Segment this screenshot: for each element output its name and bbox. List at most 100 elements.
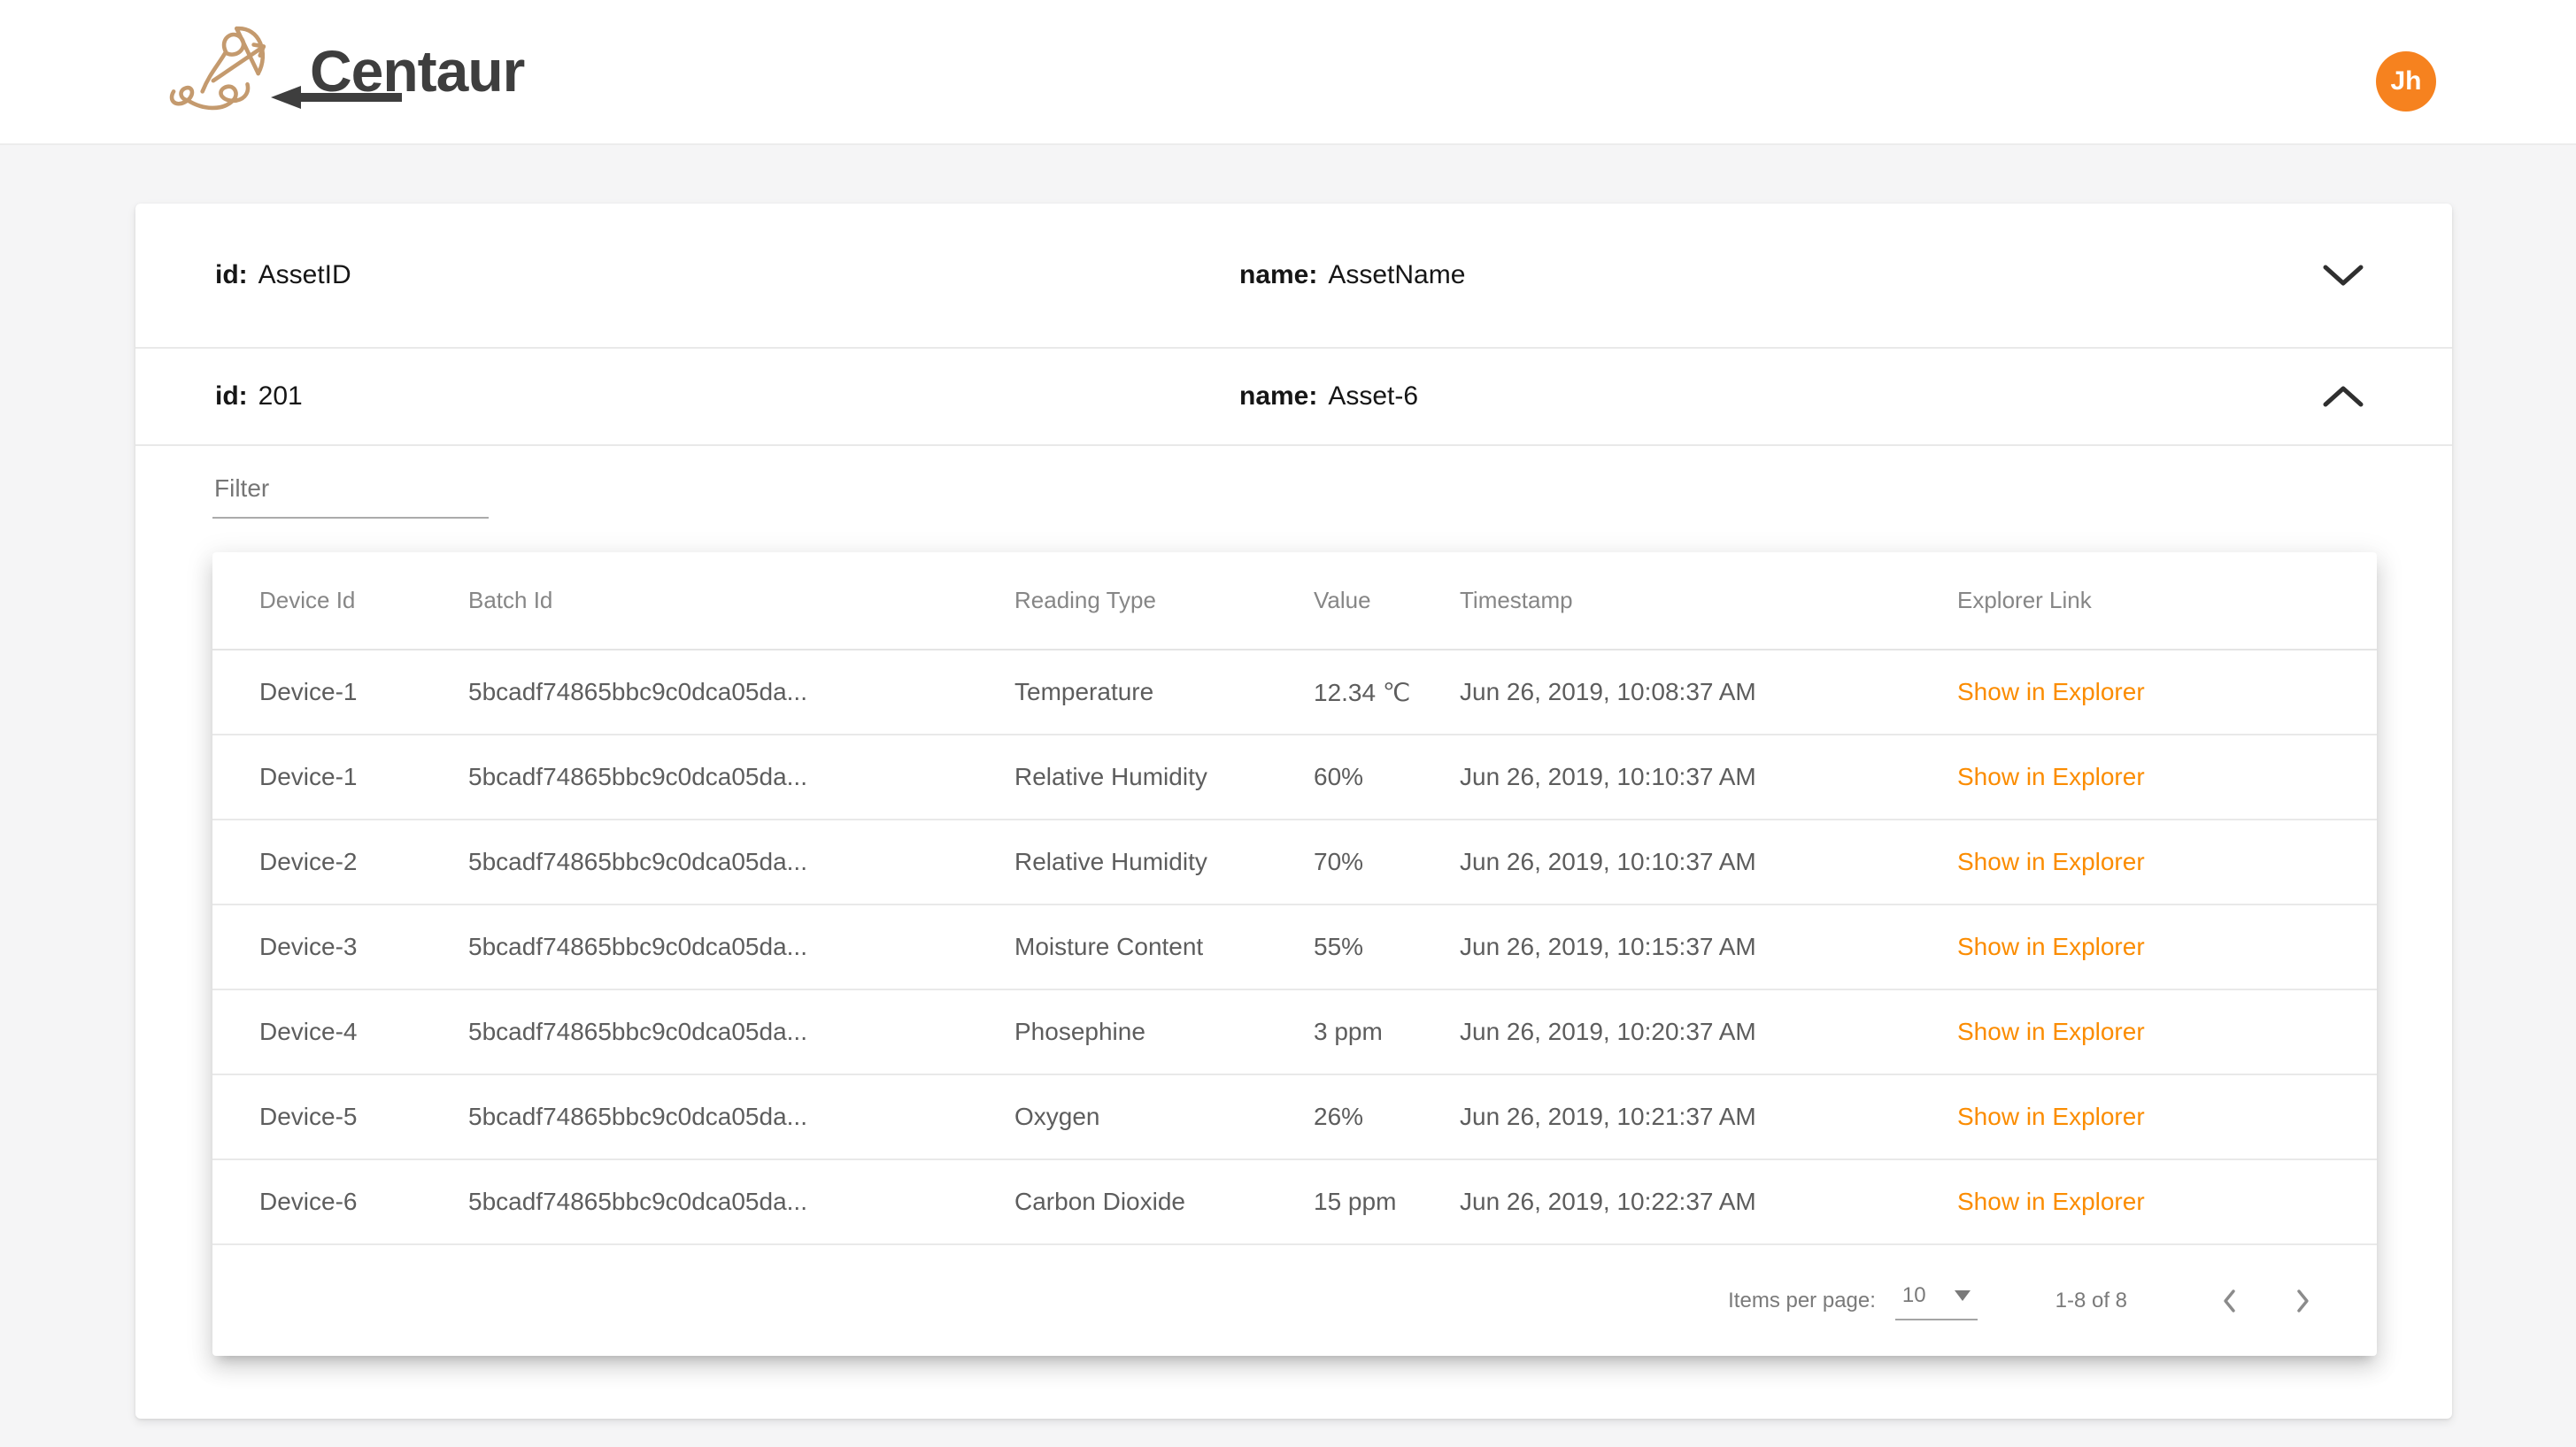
centaur-archer-icon [166,20,274,121]
show-in-explorer-link[interactable]: Show in Explorer [1957,678,2145,705]
cell-device-id: Device-6 [212,1159,468,1244]
cell-timestamp: Jun 26, 2019, 10:22:37 AM [1460,1159,1957,1244]
show-in-explorer-link[interactable]: Show in Explorer [1957,1018,2145,1045]
panel-id-value: AssetID [258,260,351,289]
cell-reading-type: Phosephine [1014,989,1314,1074]
cell-device-id: Device-1 [212,650,468,735]
table-row: Device-1 5bcadf74865bbc9c0dca05da... Rel… [212,735,2377,820]
cell-explorer-link: Show in Explorer [1957,1159,2377,1244]
panel-id-text: id: 201 [215,381,1239,412]
cell-batch-id: 5bcadf74865bbc9c0dca05da... [468,820,1014,904]
cell-explorer-link: Show in Explorer [1957,989,2377,1074]
cell-timestamp: Jun 26, 2019, 10:15:37 AM [1460,904,1957,989]
cell-batch-id: 5bcadf74865bbc9c0dca05da... [468,650,1014,735]
cell-timestamp: Jun 26, 2019, 10:21:37 AM [1460,1074,1957,1159]
panel-name-value: Asset-6 [1328,381,1418,411]
cell-explorer-link: Show in Explorer [1957,650,2377,735]
table-paginator: Items per page: 10 1-8 of 8 [212,1245,2377,1356]
cell-reading-type: Oxygen [1014,1074,1314,1159]
items-per-page-label: Items per page: [1728,1289,1876,1313]
panel-id-label: id: [215,381,248,411]
user-avatar[interactable]: Jh [2376,51,2436,112]
cell-reading-type: Moisture Content [1014,904,1314,989]
cell-reading-type: Temperature [1014,650,1314,735]
panel-id-value: 201 [258,381,303,411]
column-header-batch-id: Batch Id [468,552,1014,650]
cell-device-id: Device-5 [212,1074,468,1159]
column-header-timestamp: Timestamp [1460,552,1957,650]
table-row: Device-3 5bcadf74865bbc9c0dca05da... Moi… [212,904,2377,989]
panel-id-text: id: AssetID [215,260,1239,290]
expansion-panel-header-collapsed[interactable]: id: AssetID name: AssetName [135,204,2452,349]
table-row: Device-2 5bcadf74865bbc9c0dca05da... Rel… [212,820,2377,904]
readings-table: Device Id Batch Id Reading Type Value Ti… [212,552,2377,1245]
page-range-label: 1-8 of 8 [2055,1289,2127,1313]
readings-table-card: Device Id Batch Id Reading Type Value Ti… [212,552,2377,1356]
filter-input[interactable] [212,469,489,519]
cell-batch-id: 5bcadf74865bbc9c0dca05da... [468,904,1014,989]
cell-reading-type: Relative Humidity [1014,820,1314,904]
panel-name-text: name: AssetName [1239,260,2323,290]
cell-device-id: Device-1 [212,735,468,820]
chevron-down-icon[interactable] [2323,263,2364,288]
cell-batch-id: 5bcadf74865bbc9c0dca05da... [468,1159,1014,1244]
cell-value: 3 ppm [1314,989,1460,1074]
cell-timestamp: Jun 26, 2019, 10:10:37 AM [1460,735,1957,820]
cell-explorer-link: Show in Explorer [1957,904,2377,989]
panel-name-value: AssetName [1328,260,1465,289]
app-header: Centaur Jh [0,0,2576,145]
table-row: Device-6 5bcadf74865bbc9c0dca05da... Car… [212,1159,2377,1244]
cell-timestamp: Jun 26, 2019, 10:08:37 AM [1460,650,1957,735]
column-header-device-id: Device Id [212,552,468,650]
left-arrow-icon [271,85,404,110]
chevron-up-icon[interactable] [2323,384,2364,409]
chevron-left-icon [2214,1285,2246,1317]
table-header-row: Device Id Batch Id Reading Type Value Ti… [212,552,2377,650]
cell-value: 55% [1314,904,1460,989]
show-in-explorer-link[interactable]: Show in Explorer [1957,1188,2145,1215]
table-row: Device-4 5bcadf74865bbc9c0dca05da... Pho… [212,989,2377,1074]
cell-device-id: Device-4 [212,989,468,1074]
cell-device-id: Device-2 [212,820,468,904]
cell-timestamp: Jun 26, 2019, 10:10:37 AM [1460,820,1957,904]
panel-name-text: name: Asset-6 [1239,381,2323,412]
cell-value: 26% [1314,1074,1460,1159]
dropdown-arrow-icon [1955,1290,1971,1301]
next-page-button[interactable] [2285,1283,2320,1319]
cell-batch-id: 5bcadf74865bbc9c0dca05da... [468,735,1014,820]
paginator-nav [2212,1283,2320,1319]
show-in-explorer-link[interactable]: Show in Explorer [1957,933,2145,960]
panel-name-label: name: [1239,260,1317,289]
page-size-select[interactable]: 10 [1895,1282,1978,1320]
cell-explorer-link: Show in Explorer [1957,1074,2377,1159]
column-header-value: Value [1314,552,1460,650]
table-row: Device-1 5bcadf74865bbc9c0dca05da... Tem… [212,650,2377,735]
table-row: Device-5 5bcadf74865bbc9c0dca05da... Oxy… [212,1074,2377,1159]
column-header-explorer-link: Explorer Link [1957,552,2377,650]
asset-accordion: id: AssetID name: AssetName id: 201 name: As… [135,204,2452,1419]
show-in-explorer-link[interactable]: Show in Explorer [1957,763,2145,790]
cell-reading-type: Carbon Dioxide [1014,1159,1314,1244]
cell-value: 60% [1314,735,1460,820]
cell-batch-id: 5bcadf74865bbc9c0dca05da... [468,1074,1014,1159]
cell-explorer-link: Show in Explorer [1957,735,2377,820]
cell-explorer-link: Show in Explorer [1957,820,2377,904]
previous-page-button[interactable] [2212,1283,2248,1319]
panel-body: Device Id Batch Id Reading Type Value Ti… [135,469,2452,1356]
expansion-panel-header-expanded[interactable]: id: 201 name: Asset-6 [135,349,2452,446]
cell-reading-type: Relative Humidity [1014,735,1314,820]
page-size-value: 10 [1902,1283,1926,1308]
show-in-explorer-link[interactable]: Show in Explorer [1957,848,2145,875]
cell-device-id: Device-3 [212,904,468,989]
cell-batch-id: 5bcadf74865bbc9c0dca05da... [468,989,1014,1074]
cell-value: 15 ppm [1314,1159,1460,1244]
chevron-right-icon [2287,1285,2318,1317]
cell-value: 12.34 ℃ [1314,650,1460,735]
column-header-reading-type: Reading Type [1014,552,1314,650]
cell-timestamp: Jun 26, 2019, 10:20:37 AM [1460,989,1957,1074]
cell-value: 70% [1314,820,1460,904]
panel-id-label: id: [215,260,248,289]
filter-field [212,469,489,519]
panel-name-label: name: [1239,381,1317,411]
show-in-explorer-link[interactable]: Show in Explorer [1957,1103,2145,1130]
